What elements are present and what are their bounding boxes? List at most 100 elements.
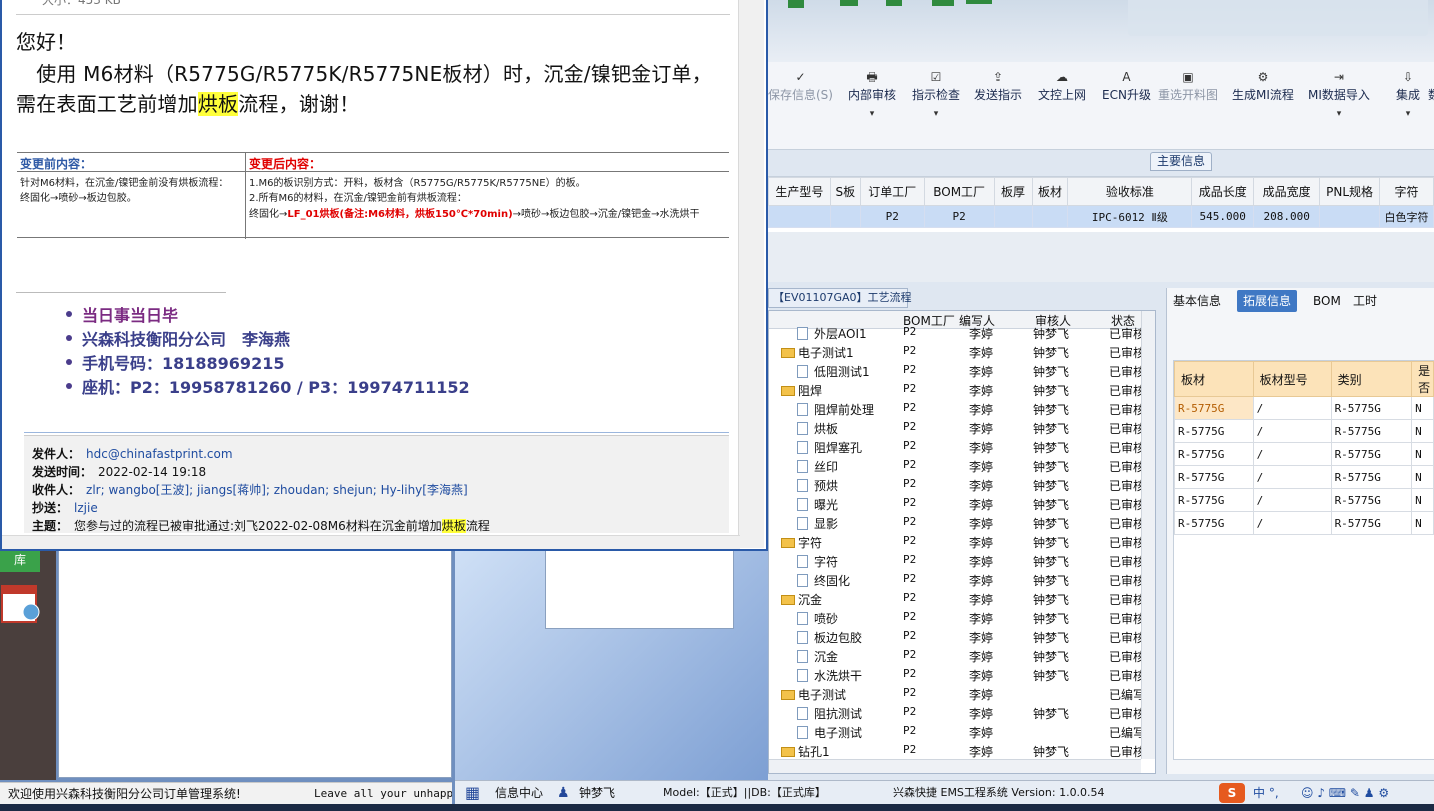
material-row[interactable]: R-5775G / R-5775G N — [1174, 419, 1434, 443]
dropdown-arrow-icon[interactable] — [974, 104, 1022, 124]
material-row[interactable]: R-5775G / R-5775G N — [1174, 511, 1434, 535]
material-row[interactable]: R-5775G / R-5775G N — [1174, 465, 1434, 489]
process-row[interactable]: 阻焊塞孔 P2 李婷 钟梦飞 已审核 — [769, 437, 1145, 456]
material-cell[interactable]: R-5775G — [1330, 419, 1413, 443]
dropdown-arrow-icon[interactable] — [1428, 104, 1434, 124]
grid-header[interactable]: 板材 — [1031, 177, 1069, 206]
material-grid-header[interactable]: 类别 — [1330, 361, 1413, 397]
process-tree-hscrollbar[interactable] — [769, 759, 1141, 773]
tab-process-flow[interactable]: 【EV01107GA0】工艺流程 — [768, 288, 912, 308]
toolbar-button-3[interactable]: ⇪ 发送指示 — [974, 68, 1022, 138]
material-cell[interactable]: / — [1252, 511, 1332, 535]
material-cell[interactable]: R-5775G — [1174, 511, 1254, 535]
library-button[interactable]: 库 — [0, 550, 40, 572]
toolbar-button-1[interactable]: 🖶 内部审核 ▾ — [848, 68, 896, 138]
material-cell[interactable]: / — [1252, 419, 1332, 443]
toolbar-button-5[interactable]: A ECN升级 — [1102, 68, 1151, 138]
dropdown-arrow-icon[interactable] — [1102, 104, 1151, 124]
material-cell[interactable]: N — [1411, 419, 1434, 443]
material-cell[interactable]: R-5775G — [1330, 465, 1413, 489]
grid-cell[interactable]: 白色字符 — [1379, 205, 1434, 228]
toolbar-button-9[interactable]: ⇩ 集成 ▾ — [1396, 68, 1420, 138]
process-row[interactable]: 预烘 P2 李婷 钟梦飞 已审核 — [769, 475, 1145, 494]
material-grid-header[interactable]: 是否 — [1411, 361, 1434, 397]
toolbar-button-0[interactable]: ✓ 保存信息(S) — [768, 68, 833, 138]
grid-header[interactable]: BOM工厂 — [923, 177, 995, 206]
material-cell[interactable]: R-5775G — [1330, 488, 1413, 512]
process-row[interactable]: 字符 P2 李婷 钟梦飞 已审核 — [769, 551, 1145, 570]
process-row[interactable]: 外层AOI1 P2 李婷 钟梦飞 已审核 — [769, 323, 1145, 342]
material-cell[interactable]: R-5775G — [1330, 442, 1413, 466]
material-row[interactable]: R-5775G / R-5775G N — [1174, 442, 1434, 466]
grid-header[interactable]: 成品长度 — [1191, 177, 1255, 206]
from-address[interactable]: hdc@chinafastprint.com — [86, 447, 233, 461]
dropdown-arrow-icon[interactable]: ▾ — [912, 104, 960, 124]
process-row[interactable]: 曝光 P2 李婷 钟梦飞 已审核 — [769, 494, 1145, 513]
grid-cell[interactable] — [1031, 205, 1069, 228]
dropdown-arrow-icon[interactable] — [1232, 104, 1294, 124]
grid-header[interactable]: 生产型号 — [768, 177, 831, 206]
material-grid-header[interactable]: 板材型号 — [1252, 361, 1332, 397]
dropdown-arrow-icon[interactable]: ▾ — [1396, 104, 1420, 124]
grid-cell[interactable]: IPC-6012 Ⅱ级 — [1067, 205, 1193, 228]
material-cell[interactable]: / — [1252, 396, 1332, 420]
grid-cell[interactable] — [993, 205, 1033, 228]
tab-work-hours[interactable]: 工时 — [1353, 290, 1377, 312]
grid-cell[interactable] — [768, 205, 831, 228]
process-row[interactable]: 显影 P2 李婷 钟梦飞 已审核 — [769, 513, 1145, 532]
material-cell[interactable]: R-5775G — [1174, 419, 1254, 443]
ime-logo-icon[interactable]: S — [1219, 783, 1245, 803]
recipients[interactable]: zlr; wangbo[王波]; jiangs[蒋帅]; zhoudan; sh… — [86, 483, 468, 497]
grid-cell[interactable]: 208.000 — [1253, 205, 1321, 228]
process-row[interactable]: 水洗烘干 P2 李婷 钟梦飞 已审核 — [769, 665, 1145, 684]
process-row[interactable]: 终固化 P2 李婷 钟梦飞 已审核 — [769, 570, 1145, 589]
tab-extended-info[interactable]: 拓展信息 — [1237, 290, 1298, 312]
material-row[interactable]: R-5775G / R-5775G N — [1174, 488, 1434, 512]
process-row[interactable]: 阻焊 P2 李婷 钟梦飞 已审核 — [769, 380, 1145, 399]
toolbar-button-8[interactable]: ⇥ MI数据导入 ▾ — [1308, 68, 1370, 138]
material-cell[interactable]: N — [1411, 511, 1434, 535]
material-cell[interactable]: R-5775G — [1174, 396, 1254, 420]
toolbar-button-7[interactable]: ⚙ 生成MI流程 — [1232, 68, 1294, 138]
grid-header[interactable]: 板厚 — [993, 177, 1033, 206]
cc-recipients[interactable]: lzjie — [74, 501, 98, 515]
process-row[interactable]: 烘板 P2 李婷 钟梦飞 已审核 — [769, 418, 1145, 437]
process-row[interactable]: 低阻测试1 P2 李婷 钟梦飞 已审核 — [769, 361, 1145, 380]
material-cell[interactable]: R-5775G — [1174, 488, 1254, 512]
toolbar-button-4[interactable]: ☁ 文控上网 — [1038, 68, 1086, 138]
process-row[interactable]: 阻焊前处理 P2 李婷 钟梦飞 已审核 — [769, 399, 1145, 418]
grid-cell[interactable]: P2 — [923, 205, 995, 228]
process-row[interactable]: 沉金 P2 李婷 钟梦飞 已审核 — [769, 646, 1145, 665]
material-cell[interactable]: R-5775G — [1174, 465, 1254, 489]
dropdown-arrow-icon[interactable] — [1158, 104, 1218, 124]
mail-hscrollbar[interactable] — [2, 535, 740, 549]
grid-header[interactable]: 成品宽度 — [1253, 177, 1321, 206]
process-row[interactable]: 电子测试 P2 李婷 已编写 — [769, 722, 1145, 741]
grid-header[interactable]: PNL规格 — [1319, 177, 1381, 206]
material-cell[interactable]: / — [1252, 465, 1332, 489]
material-cell[interactable]: / — [1252, 442, 1332, 466]
calendar-icon[interactable] — [0, 550, 56, 780]
grid-header[interactable]: 验收标准 — [1067, 177, 1193, 206]
material-row[interactable]: R-5775G / R-5775G N — [1174, 396, 1434, 420]
tab-main-info[interactable]: 主要信息 — [1150, 152, 1212, 171]
grid-header[interactable]: 字符 — [1379, 177, 1434, 206]
dropdown-arrow-icon[interactable] — [768, 104, 833, 124]
tab-bom[interactable]: BOM — [1313, 290, 1341, 312]
material-cell[interactable]: / — [1252, 488, 1332, 512]
process-row[interactable]: 电子测试 P2 李婷 已编写 — [769, 684, 1145, 703]
material-cell[interactable]: N — [1411, 488, 1434, 512]
process-row[interactable]: 阻抗测试 P2 李婷 钟梦飞 已审核 — [769, 703, 1145, 722]
process-row[interactable]: 钻孔1 P2 李婷 钟梦飞 已审核 — [769, 741, 1145, 760]
material-cell[interactable]: R-5775G — [1174, 442, 1254, 466]
toolbar-button-2[interactable]: ☑ 指示检查 ▾ — [912, 68, 960, 138]
process-row[interactable]: 字符 P2 李婷 钟梦飞 已审核 — [769, 532, 1145, 551]
material-grid-header[interactable]: 板材 — [1174, 361, 1254, 397]
material-cell[interactable]: N — [1411, 442, 1434, 466]
dropdown-arrow-icon[interactable]: ▾ — [1308, 104, 1370, 124]
grid-header[interactable]: 订单工厂 — [859, 177, 925, 206]
grid-cell[interactable] — [1319, 205, 1381, 228]
ime-tools-icon[interactable]: ☺ ♪ ⌨ ✎ ♟ ⚙ — [1301, 781, 1389, 804]
info-center-label[interactable]: 信息中心 — [495, 781, 543, 804]
process-row[interactable]: 电子测试1 P2 李婷 钟梦飞 已审核 — [769, 342, 1145, 361]
